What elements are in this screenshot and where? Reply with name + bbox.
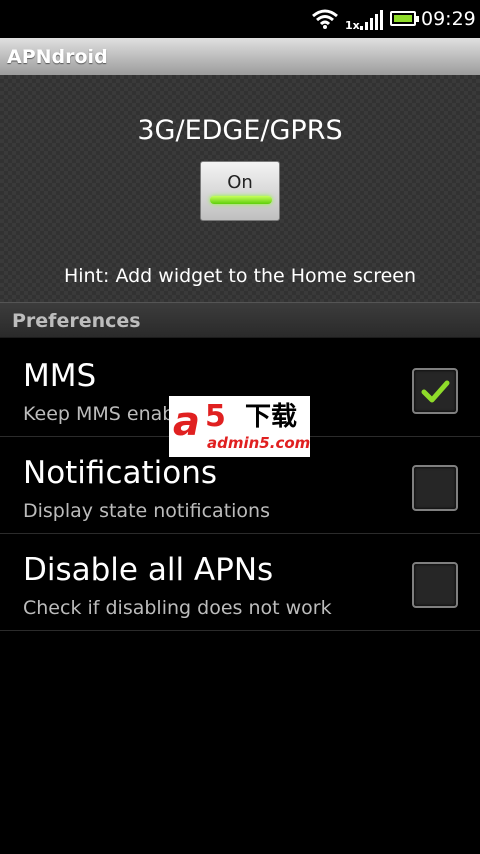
hint-text: Hint: Add widget to the Home screen [63,265,417,287]
pref-title: Notifications [23,455,218,491]
signal-icon: 1x [345,8,383,32]
battery-icon [390,11,419,26]
status-clock: 09:29 [421,8,476,30]
status-bar: 1x 09:29 [0,0,480,38]
section-label: Preferences [12,310,141,332]
pref-row-disable-all-apns[interactable]: Disable all APNs Check if disabling does… [0,534,480,631]
watermark-letter: a [173,399,200,445]
toggle-panel: 3G/EDGE/GPRS On Hint: Add widget to the … [0,75,480,302]
pref-title: MMS [23,358,97,394]
check-icon [421,380,450,403]
toggle-label: On [227,172,253,193]
notifications-checkbox[interactable] [412,465,458,511]
battery-fill [394,15,412,22]
pref-title: Disable all APNs [23,552,274,588]
toggle-indicator-light [210,196,272,204]
mode-title: 3G/EDGE/GPRS [137,115,343,146]
app-title: APNdroid [7,46,108,68]
pref-summary: Display state notifications [23,500,270,522]
pref-summary: Check if disabling does not work [23,597,332,619]
disable-all-apns-checkbox[interactable] [412,562,458,608]
watermark-text: 下载 [245,402,298,432]
wifi-icon [312,9,338,29]
network-type-label: 1x [345,19,360,32]
watermark-domain: admin5.com [207,434,310,452]
apn-toggle-button[interactable]: On [200,161,280,221]
mms-checkbox[interactable] [412,368,458,414]
watermark-logo: a 5 下载 admin5.com [169,396,310,457]
watermark-number: 5 [205,399,226,434]
preferences-section-header: Preferences [0,302,480,338]
title-bar: APNdroid [0,38,480,75]
